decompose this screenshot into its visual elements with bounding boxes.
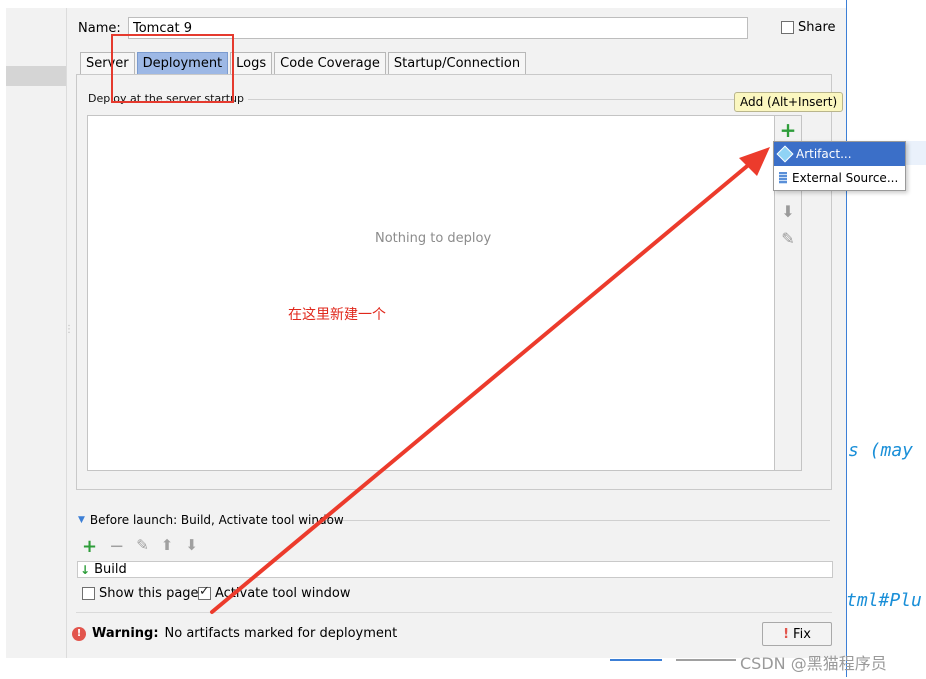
splitter-handle[interactable]: ⋮: [64, 324, 74, 335]
move-down-icon[interactable]: ⬇: [778, 201, 798, 221]
cancel-button-edge[interactable]: [676, 659, 736, 679]
menu-highlight-extension: [906, 141, 926, 165]
menu-item-label: External Source...: [792, 171, 899, 185]
collapse-triangle-icon[interactable]: ▼: [78, 515, 85, 525]
before-launch-toolbar: + − ✎ ⬆ ⬇: [82, 536, 198, 557]
before-launch-header[interactable]: ▼ Before launch: Build, Activate tool wi…: [78, 513, 344, 527]
tab-deployment[interactable]: Deployment: [136, 52, 229, 74]
share-label: Share: [798, 20, 836, 35]
move-up-icon[interactable]: ⬆: [161, 536, 174, 557]
editor-code-fragment: s (may: [848, 440, 914, 461]
before-launch-label: Before launch: Build, Activate tool wind…: [89, 513, 344, 527]
tab-logs[interactable]: Logs: [230, 52, 273, 74]
show-page-label: Show this page: [99, 586, 199, 601]
share-checkbox-box[interactable]: [781, 21, 794, 34]
share-checkbox[interactable]: Share: [781, 20, 836, 35]
edit-icon[interactable]: ✎: [778, 228, 798, 248]
remove-task-icon[interactable]: −: [109, 536, 124, 557]
bulb-icon: !: [783, 626, 790, 642]
add-icon[interactable]: +: [778, 118, 798, 142]
add-task-icon[interactable]: +: [82, 536, 97, 557]
external-source-icon: [779, 172, 787, 184]
fix-button[interactable]: ! Fix: [762, 622, 832, 646]
show-page-checkbox[interactable]: Show this page: [82, 586, 199, 601]
before-launch-task-row[interactable]: ↓ Build: [77, 561, 833, 578]
show-page-checkbox-box[interactable]: [82, 587, 95, 600]
warning-text: No artifacts marked for deployment: [164, 626, 398, 641]
footer-divider: [76, 612, 832, 613]
name-field[interactable]: [128, 17, 748, 39]
before-launch-divider: [326, 520, 830, 521]
edit-task-icon[interactable]: ✎: [136, 536, 149, 557]
move-down-task-icon[interactable]: ⬇: [185, 536, 198, 557]
tab-startup-connection[interactable]: Startup/Connection: [387, 52, 527, 74]
ok-button-edge[interactable]: [610, 659, 662, 679]
config-tree-selected-row[interactable]: [6, 66, 66, 86]
activate-label: Activate tool window: [215, 586, 351, 601]
warning-bold: Warning:: [92, 626, 159, 641]
editor-code-fragment: tml#Plu: [846, 590, 922, 611]
menu-item-external-source[interactable]: External Source...: [774, 166, 905, 190]
add-tooltip: Add (Alt+Insert): [734, 92, 844, 112]
add-menu-popup: Artifact... External Source...: [773, 141, 906, 191]
fix-label: Fix: [793, 626, 811, 642]
build-icon: ↓: [80, 562, 91, 577]
activate-tool-window-checkbox[interactable]: Activate tool window: [198, 584, 351, 601]
warning-icon: !: [72, 626, 86, 641]
deploy-group-label: Deploy at the server startup: [88, 92, 249, 105]
menu-item-artifact[interactable]: Artifact...: [774, 142, 905, 166]
warning-message: ! Warning: No artifacts marked for deplo…: [72, 626, 397, 641]
name-label: Name:: [78, 21, 121, 36]
artifact-icon: [776, 145, 794, 163]
editor-edge: [846, 0, 847, 677]
empty-list-text: Nothing to deploy: [375, 231, 492, 246]
task-label: Build: [94, 562, 127, 577]
watermark: CSDN @黑猫程序员: [740, 654, 887, 673]
activate-checkbox-box[interactable]: [198, 584, 211, 600]
tab-code-coverage[interactable]: Code Coverage: [274, 52, 386, 74]
config-tree-pane: [6, 8, 67, 658]
annotation-text: 在这里新建一个: [288, 307, 386, 323]
menu-item-label: Artifact...: [796, 147, 852, 161]
deploy-list[interactable]: [87, 115, 775, 471]
tab-server[interactable]: Server: [80, 52, 135, 74]
config-tabs: Server Deployment Logs Code Coverage Sta…: [80, 52, 528, 74]
